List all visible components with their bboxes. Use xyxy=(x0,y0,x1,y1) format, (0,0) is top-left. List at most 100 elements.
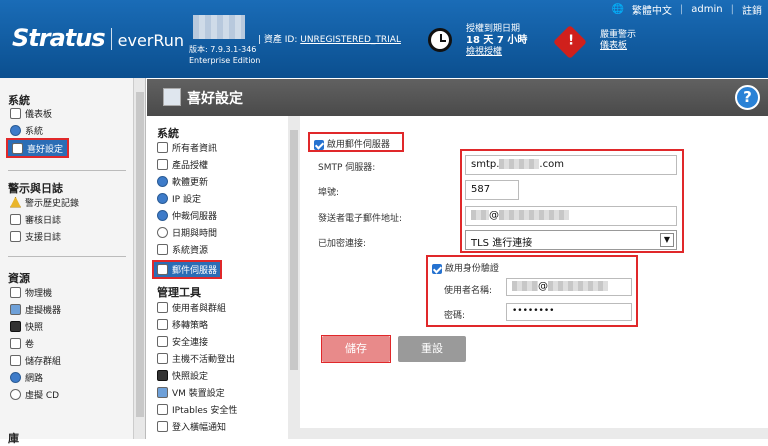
camera-icon xyxy=(157,369,168,381)
vm-icon xyxy=(157,386,168,398)
network-icon xyxy=(10,371,21,383)
product-name: everRun xyxy=(117,31,185,50)
sidebar-item-support-log[interactable]: 支援日誌 xyxy=(10,229,61,243)
chevron-down-icon[interactable]: ▼ xyxy=(660,233,674,247)
stratus-logo: Stratus everRun xyxy=(12,24,184,52)
mail-icon xyxy=(157,264,168,275)
version-number: 版本: 7.9.3.1-346 xyxy=(189,45,257,54)
logout-link[interactable]: 註銷 xyxy=(742,2,762,17)
asset-id-label: | 資產 ID: xyxy=(258,35,301,45)
view-license-link[interactable]: 檢視授權 xyxy=(466,47,502,57)
users-icon xyxy=(157,301,168,313)
language-selector[interactable]: 繁體中文 xyxy=(632,2,672,17)
sidebar-item-label: 快照 xyxy=(25,322,44,333)
left-sidebar-scrollbar[interactable] xyxy=(134,78,146,439)
sidebar-item-virtual-machines[interactable]: 虛擬機器 xyxy=(10,302,61,316)
menu-item-label: 快照設定 xyxy=(172,371,209,382)
scrollbar-thumb[interactable] xyxy=(290,130,298,370)
page-title-bar: 喜好設定 ? xyxy=(147,79,768,116)
redacted-text xyxy=(512,281,538,291)
system-icon xyxy=(10,124,21,136)
section-title-library: 庫 xyxy=(8,432,19,445)
save-button[interactable]: 儲存 xyxy=(322,336,390,362)
asset-id-link[interactable]: UNREGISTERED_TRIAL xyxy=(300,35,401,45)
sidebar-item-preferences[interactable]: 喜好設定 xyxy=(5,138,70,158)
license-remaining: 18 天 7 小時 xyxy=(466,35,528,46)
sidebar-item-label: 儲存群組 xyxy=(25,356,62,367)
menu-item-software-update[interactable]: 軟體更新 xyxy=(157,174,208,188)
menu-item-migration-policy[interactable]: 移轉策略 xyxy=(157,317,208,331)
quorum-icon xyxy=(157,209,168,221)
version-info: 版本: 7.9.3.1-346 Enterprise Edition xyxy=(189,44,260,66)
vm-icon xyxy=(10,303,21,315)
menu-item-label: VM 裝置設定 xyxy=(172,388,225,399)
sidebar-item-volumes[interactable]: 卷 xyxy=(10,336,34,350)
enable-mail-server-checkbox-row[interactable]: 啟用郵件伺服器 xyxy=(314,137,390,150)
sender-email-label: 發送者電子郵件地址: xyxy=(318,214,403,224)
menu-item-login-banner[interactable]: 登入橫幅通知 xyxy=(157,419,226,433)
globe-icon xyxy=(157,192,168,204)
menu-item-owner-info[interactable]: 所有者資訊 xyxy=(157,140,217,154)
sidebar-item-dashboard[interactable]: 儀表板 xyxy=(10,106,52,120)
port-input[interactable]: 587 xyxy=(465,180,519,200)
menu-item-iptables-security[interactable]: IPtables 安全性 xyxy=(157,402,237,416)
enable-auth-checkbox[interactable] xyxy=(432,263,442,274)
port-label: 埠號: xyxy=(318,188,340,198)
menu-item-date-time[interactable]: 日期與時間 xyxy=(157,225,217,239)
enable-auth-label: 啟用身份驗證 xyxy=(444,264,499,274)
encryption-select[interactable]: TLS 進行連接 ▼ xyxy=(465,230,677,250)
topbar-separator: | xyxy=(730,4,734,15)
update-icon xyxy=(157,175,168,187)
password-input[interactable]: •••••••• xyxy=(506,303,632,321)
menu-item-system-resources[interactable]: 系統資源 xyxy=(157,242,208,256)
camera-icon xyxy=(10,320,21,332)
enable-mail-server-checkbox[interactable] xyxy=(314,139,324,150)
smtp-server-label: SMTP 伺服器: xyxy=(318,163,376,173)
scrollbar-thumb[interactable] xyxy=(136,92,144,417)
dashboard-icon xyxy=(10,107,21,119)
menu-item-product-license[interactable]: 產品授權 xyxy=(157,157,208,171)
menu-item-quorum-server[interactable]: 仲裁伺服器 xyxy=(157,208,217,222)
sidebar-item-audit-log[interactable]: 審核日誌 xyxy=(10,212,61,226)
menu-scrollbar[interactable] xyxy=(288,116,300,439)
sender-email-input[interactable]: @ xyxy=(465,206,677,226)
sidebar-item-virtual-cd[interactable]: 虛擬 CD xyxy=(10,387,59,401)
username-label: 使用者名稱: xyxy=(444,286,493,296)
menu-item-label: 日期與時間 xyxy=(172,228,218,239)
menu-item-secure-connection[interactable]: 安全連接 xyxy=(157,334,208,348)
dashboard-link[interactable]: 儀表板 xyxy=(600,41,627,51)
critical-alert-status: 嚴重警示 儀表板 xyxy=(600,30,636,52)
info-icon xyxy=(157,420,168,432)
sidebar-item-networks[interactable]: 網路 xyxy=(10,370,43,384)
redacted-text xyxy=(471,210,489,220)
menu-item-mail-server[interactable]: 郵件伺服器 xyxy=(151,260,223,279)
username-input[interactable]: @ xyxy=(506,278,632,296)
user-menu[interactable]: admin xyxy=(691,4,722,15)
sidebar-item-physical-machines[interactable]: 物理機 xyxy=(10,285,52,299)
menu-item-inactivity-logout[interactable]: 主機不活動登出 xyxy=(157,351,235,365)
menu-item-ip-settings[interactable]: IP 設定 xyxy=(157,191,201,205)
sidebar-item-storage-groups[interactable]: 儲存群組 xyxy=(10,353,61,367)
app-header: 🌐 繁體中文 | admin | 註銷 Stratus everRun 版本: 7… xyxy=(0,0,768,78)
menu-item-label: 安全連接 xyxy=(172,337,209,348)
redacted-text xyxy=(499,210,569,220)
sidebar-item-alert-history[interactable]: 警示歷史記錄 xyxy=(10,195,79,209)
cd-icon xyxy=(10,388,21,400)
help-icon[interactable]: ? xyxy=(735,85,760,110)
sidebar-item-system[interactable]: 系統 xyxy=(10,123,43,137)
storage-icon xyxy=(10,354,21,366)
globe-icon[interactable]: 🌐 xyxy=(611,4,623,15)
preferences-icon xyxy=(163,88,181,106)
smtp-server-input[interactable]: smtp. .com xyxy=(465,155,677,175)
reset-button[interactable]: 重設 xyxy=(398,336,466,362)
menu-item-users-groups[interactable]: 使用者與群組 xyxy=(157,300,226,314)
menu-item-vm-device-settings[interactable]: VM 裝置設定 xyxy=(157,385,225,399)
username-at: @ xyxy=(538,281,548,292)
divider xyxy=(8,256,126,257)
menu-item-snapshot-settings[interactable]: 快照設定 xyxy=(157,368,208,382)
content-horizontal-scrollbar[interactable] xyxy=(300,428,768,439)
section-title-resources: 資源 xyxy=(8,272,30,285)
lock-icon xyxy=(157,403,168,415)
sidebar-item-snapshots[interactable]: 快照 xyxy=(10,319,43,333)
enable-auth-checkbox-row[interactable]: 啟用身份驗證 xyxy=(432,261,499,274)
